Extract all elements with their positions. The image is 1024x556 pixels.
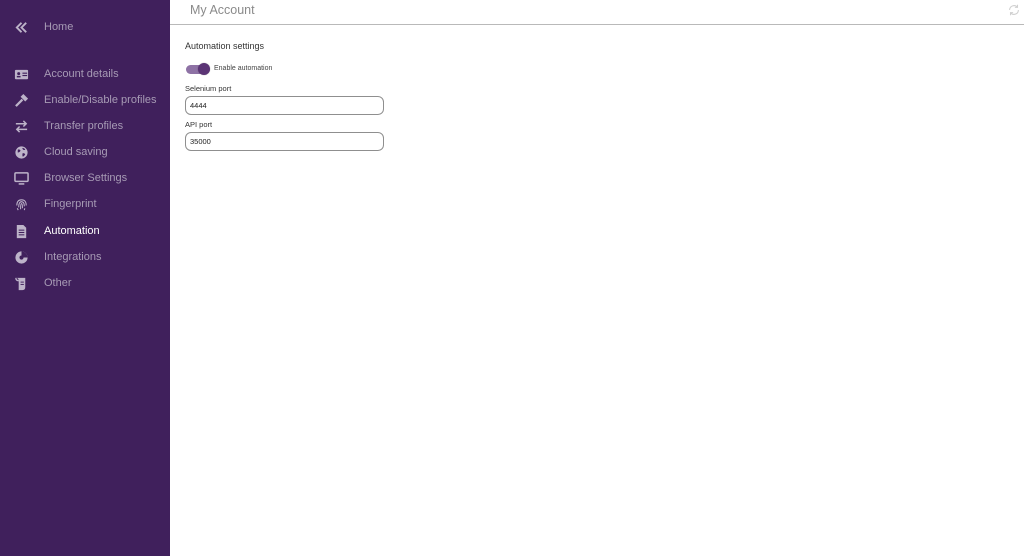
api-port-label: API port (185, 120, 213, 129)
sidebar-item-label: Browser Settings (44, 172, 128, 184)
refresh-icon[interactable] (1007, 3, 1021, 17)
sidebar-item-fingerprint[interactable]: Fingerprint (0, 193, 170, 215)
sidebar-item-label: Other (44, 277, 72, 289)
sidebar-item-cloud-saving[interactable]: Cloud saving (0, 141, 170, 163)
header-bar: My Account (170, 0, 1024, 25)
sidebar-item-browser-settings[interactable]: Browser Settings (0, 167, 170, 189)
globe-icon (13, 144, 29, 160)
monitor-icon (13, 170, 29, 186)
double-chevron-left-icon[interactable] (13, 19, 29, 35)
sidebar-item-transfer-profiles[interactable]: Transfer profiles (0, 115, 170, 137)
fingerprint-icon (13, 196, 29, 212)
app-window: Home Account details Enable/Disable prof… (0, 0, 1024, 556)
sidebar-item-label: Transfer profiles (44, 120, 124, 132)
sidebar-item-other[interactable]: Other (0, 272, 170, 294)
toggle-knob (198, 63, 210, 75)
toggle-label: Enable automation (214, 65, 273, 72)
sidebar-item-label: Integrations (44, 251, 102, 263)
hammer-icon (13, 92, 29, 108)
api-port-input[interactable] (185, 132, 384, 151)
selenium-port-label: Selenium port (185, 84, 232, 93)
sidebar-item-label: Cloud saving (44, 146, 108, 158)
scroll-icon (13, 275, 29, 291)
sidebar-item-label: Automation (44, 225, 100, 237)
enable-automation-toggle[interactable] (186, 63, 210, 75)
page-title: My Account (190, 3, 255, 17)
sidebar-item-label: Enable/Disable profiles (44, 94, 157, 106)
sidebar-item-label: Account details (44, 68, 119, 80)
selenium-port-input[interactable] (185, 96, 384, 115)
sidebar-item-home[interactable]: Home (0, 16, 170, 38)
pie-globe-icon (13, 249, 29, 265)
sidebar-item-label: Fingerprint (44, 198, 97, 210)
main-content: My Account Automation settings Enable au… (170, 0, 1024, 556)
sidebar-item-label: Home (44, 21, 74, 33)
transfer-arrows-icon (13, 118, 29, 134)
sidebar-item-account-details[interactable]: Account details (0, 63, 170, 85)
section-title: Automation settings (185, 41, 265, 51)
sidebar-item-automation[interactable]: Automation (0, 220, 170, 242)
id-card-icon (13, 66, 29, 82)
sidebar-item-integrations[interactable]: Integrations (0, 246, 170, 268)
sidebar-item-enable-disable-profiles[interactable]: Enable/Disable profiles (0, 89, 170, 111)
sidebar: Home Account details Enable/Disable prof… (0, 0, 170, 556)
document-icon (13, 223, 29, 239)
